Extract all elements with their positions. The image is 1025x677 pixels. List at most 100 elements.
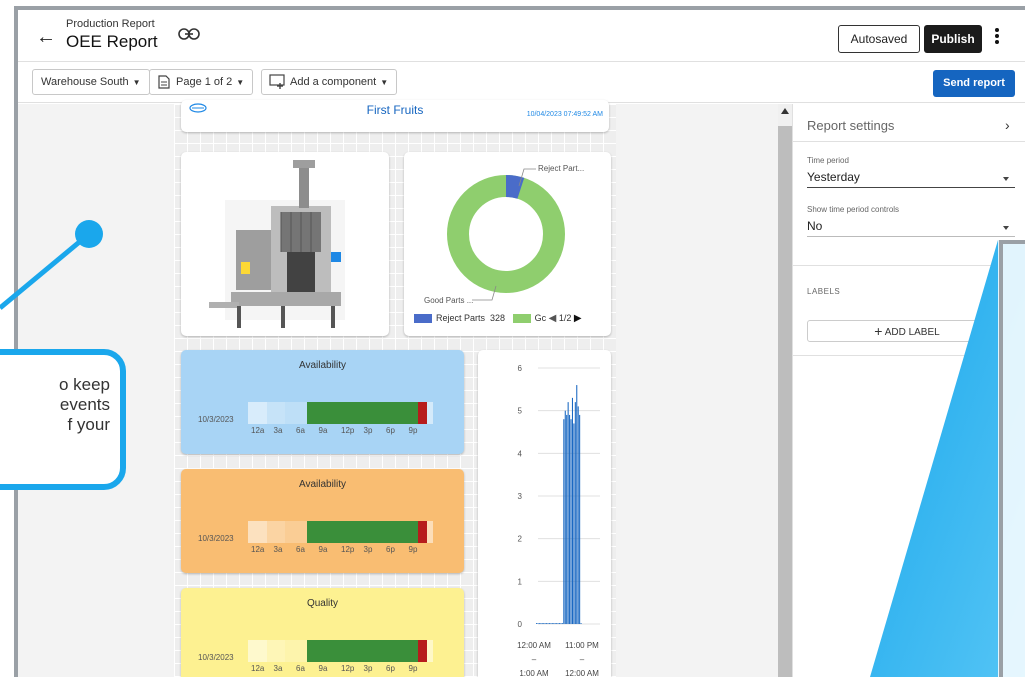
- callout-line-2: events: [59, 395, 110, 414]
- donut-chart: [447, 168, 565, 301]
- timeline-segment[interactable]: [285, 402, 308, 424]
- legend-good-label: Gc: [534, 313, 547, 323]
- timeline-segment[interactable]: [266, 640, 285, 662]
- bar[interactable]: [551, 623, 553, 624]
- controls-select[interactable]: No: [807, 219, 822, 233]
- bar[interactable]: [576, 385, 578, 624]
- timeline-tick-label: 12a: [251, 664, 265, 673]
- timeline-tick-label: 12p: [341, 664, 355, 673]
- bar[interactable]: [573, 423, 575, 624]
- bar[interactable]: [564, 410, 566, 624]
- bar[interactable]: [557, 623, 559, 624]
- scroll-up-icon[interactable]: [781, 108, 789, 114]
- timeline-segment[interactable]: [307, 402, 419, 424]
- bar[interactable]: [546, 623, 548, 624]
- timeline-tick-label: 12a: [251, 545, 265, 554]
- bar[interactable]: [563, 419, 565, 624]
- bar[interactable]: [560, 623, 562, 624]
- bar[interactable]: [550, 623, 552, 624]
- bar[interactable]: [561, 623, 563, 624]
- page-dropdown[interactable]: Page 1 of 2 ▼: [149, 69, 254, 95]
- donut-slice-good[interactable]: [447, 175, 565, 293]
- bar-chart-card[interactable]: 0 1 2 3 4 5 6 12:00 AM 11:00 PM – – 1:00 AM 12:00 AM: [478, 350, 611, 677]
- timeline-tick-label: 9p: [408, 426, 418, 435]
- add-component-dropdown[interactable]: Add a component ▼: [261, 69, 398, 95]
- timeline-segment[interactable]: [418, 521, 428, 543]
- bar[interactable]: [580, 623, 582, 624]
- bar[interactable]: [574, 402, 576, 624]
- bar[interactable]: [536, 623, 538, 624]
- location-label: Warehouse South: [41, 76, 129, 88]
- timeline-card[interactable]: Availability 10/3/2023 12a 3a 6a 9a 12p 3p 6p 9…: [181, 350, 464, 454]
- timeline-tick-label: 9p: [408, 545, 418, 554]
- bar[interactable]: [579, 414, 581, 624]
- timeline-segment[interactable]: [248, 521, 267, 543]
- bar[interactable]: [567, 402, 569, 624]
- timeline-tick-label: 12p: [341, 426, 355, 435]
- timeline-segment[interactable]: [248, 640, 267, 662]
- machine-image-card[interactable]: [181, 152, 389, 336]
- bar[interactable]: [548, 623, 550, 624]
- location-dropdown[interactable]: Warehouse South ▼: [32, 69, 150, 95]
- autosaved-button[interactable]: Autosaved: [838, 25, 920, 53]
- timeline-card[interactable]: Availability 10/3/2023 12a 3a 6a 9a 12p 3p 6p 9…: [181, 469, 464, 573]
- bar[interactable]: [559, 623, 561, 624]
- bar[interactable]: [566, 414, 568, 624]
- timeline-segment[interactable]: [418, 640, 428, 662]
- bar[interactable]: [541, 623, 543, 624]
- report-title[interactable]: OEE Report: [66, 32, 158, 52]
- y-tick-label: 6: [518, 364, 523, 373]
- legend-next-icon[interactable]: ▶: [574, 313, 582, 324]
- canvas-scrollbar[interactable]: [778, 104, 792, 677]
- back-arrow-icon[interactable]: ←: [36, 26, 56, 49]
- timeline-segment[interactable]: [307, 521, 419, 543]
- callout-line-3: f your: [67, 415, 110, 434]
- bar[interactable]: [553, 623, 555, 624]
- timeline-segment[interactable]: [285, 521, 308, 543]
- legend-prev-icon[interactable]: ◀: [549, 313, 557, 324]
- y-tick-label: 4: [518, 449, 523, 458]
- bar[interactable]: [547, 623, 549, 624]
- donut-chart-card[interactable]: Reject Part... Good Parts ... Reject Par…: [404, 152, 611, 336]
- timeline-segment[interactable]: [266, 521, 285, 543]
- timeline-segment[interactable]: [248, 402, 267, 424]
- more-options-icon[interactable]: [992, 26, 1002, 48]
- chevron-down-icon[interactable]: [1003, 177, 1009, 181]
- timeline-card[interactable]: Quality 10/3/2023 12a 3a 6a 9a 12p 3p 6p 9p: [181, 588, 464, 677]
- scrollbar-thumb[interactable]: [778, 126, 792, 677]
- timeline-segment[interactable]: [427, 521, 433, 543]
- bar[interactable]: [540, 623, 542, 624]
- chevron-down-icon[interactable]: [1003, 226, 1009, 230]
- chevron-right-icon[interactable]: ›: [1005, 117, 1010, 133]
- timeline-tick-label: 3a: [273, 426, 283, 435]
- timeline-segment[interactable]: [418, 402, 428, 424]
- time-period-label: Time period: [807, 156, 849, 165]
- bar[interactable]: [537, 623, 539, 624]
- bar[interactable]: [569, 414, 571, 624]
- timeline-tick-label: 9a: [318, 664, 328, 673]
- timeline-segment[interactable]: [285, 640, 308, 662]
- bar[interactable]: [543, 623, 545, 624]
- timeline-tick-label: 3a: [273, 664, 283, 673]
- bar[interactable]: [554, 623, 556, 624]
- link-icon[interactable]: [178, 27, 200, 41]
- bar[interactable]: [538, 623, 540, 624]
- bar-chart: 0 1 2 3 4 5 6 12:00 AM 11:00 PM – – 1:00 AM 12:00 AM: [517, 364, 600, 677]
- bar[interactable]: [577, 406, 579, 624]
- timeline-segment[interactable]: [427, 402, 433, 424]
- publish-button[interactable]: Publish: [924, 25, 982, 53]
- report-header-card[interactable]: First Fruits 10/04/2023 07:49:52 AM: [181, 100, 609, 132]
- bar[interactable]: [556, 623, 558, 624]
- time-period-select[interactable]: Yesterday: [807, 170, 860, 184]
- timeline-segment[interactable]: [266, 402, 285, 424]
- timeline-tick-label: 9a: [318, 426, 328, 435]
- timeline-segment[interactable]: [307, 640, 419, 662]
- send-report-button[interactable]: Send report: [933, 70, 1015, 97]
- timeline-segment[interactable]: [427, 640, 433, 662]
- bar[interactable]: [570, 419, 572, 624]
- machine-image: [209, 160, 345, 328]
- bar[interactable]: [571, 397, 573, 624]
- panel-title: Report settings: [807, 118, 895, 133]
- bar[interactable]: [544, 623, 546, 624]
- x-tick-label: 12:00 AM: [517, 641, 551, 650]
